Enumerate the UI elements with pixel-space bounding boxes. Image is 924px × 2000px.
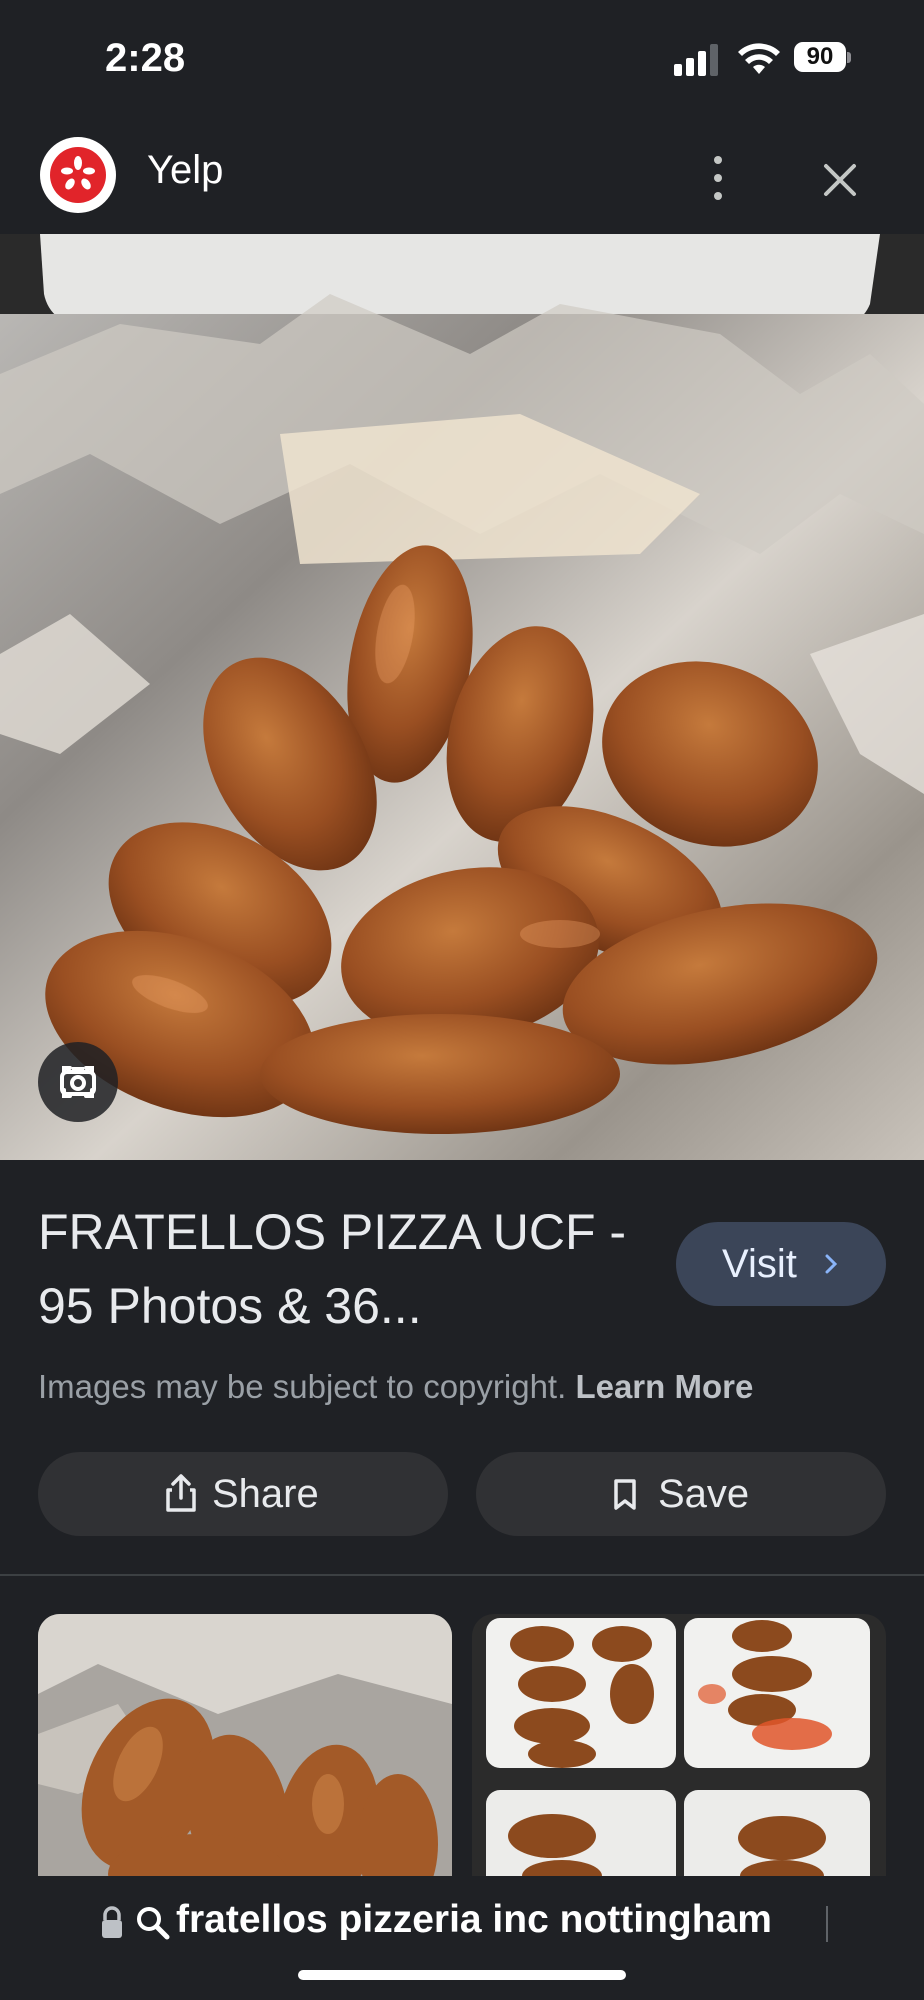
- save-button[interactable]: Save: [476, 1452, 886, 1536]
- section-divider: [0, 1574, 924, 1576]
- chevron-right-icon: [825, 1254, 838, 1274]
- close-icon[interactable]: [818, 158, 862, 202]
- share-icon: [166, 1474, 196, 1512]
- lock-icon: [102, 1906, 122, 1938]
- wings-in-containers-thumbnail: [472, 1614, 886, 1886]
- bookmark-icon: [614, 1479, 636, 1510]
- status-bar: 2:28 90: [0, 0, 924, 120]
- result-title[interactable]: FRATELLOS PIZZA UCF - 95 Photos & 36...: [38, 1195, 638, 1343]
- yelp-logo[interactable]: [40, 137, 116, 213]
- visit-button[interactable]: Visit: [676, 1222, 886, 1306]
- battery-level: 90: [794, 42, 846, 72]
- chicken-wings-photo: [0, 234, 924, 1160]
- copyright-text: Images may be subject to copyright.: [38, 1368, 567, 1405]
- yelp-burst-icon: [61, 156, 95, 190]
- text-cursor: [826, 1906, 828, 1942]
- share-button[interactable]: Share: [38, 1452, 448, 1536]
- related-image-2[interactable]: [472, 1614, 886, 1886]
- wings-on-foil-thumbnail: [38, 1614, 452, 1886]
- wifi-icon: [738, 43, 780, 74]
- cellular-signal-icon: [674, 44, 722, 76]
- source-header: Yelp: [0, 120, 924, 234]
- search-icon: [137, 1907, 170, 1940]
- url-query-text[interactable]: fratellos pizzeria inc nottingham: [176, 1898, 772, 1942]
- status-time: 2:28: [105, 36, 186, 80]
- more-vert-icon[interactable]: [706, 156, 730, 200]
- share-label: Share: [212, 1472, 319, 1516]
- lens-icon: [60, 1066, 96, 1098]
- hero-image[interactable]: [0, 234, 924, 1160]
- lens-button[interactable]: [38, 1042, 118, 1122]
- save-label: Save: [658, 1472, 750, 1516]
- learn-more-link[interactable]: Learn More: [575, 1368, 753, 1405]
- copyright-notice: Images may be subject to copyright. Lear…: [38, 1368, 753, 1406]
- source-site-name[interactable]: Yelp: [147, 148, 223, 193]
- url-bar[interactable]: fratellos pizzeria inc nottingham: [0, 1876, 924, 2000]
- related-image-1[interactable]: [38, 1614, 452, 1886]
- home-indicator[interactable]: [298, 1970, 626, 1980]
- visit-label: Visit: [722, 1242, 797, 1286]
- battery-icon: 90: [794, 42, 851, 76]
